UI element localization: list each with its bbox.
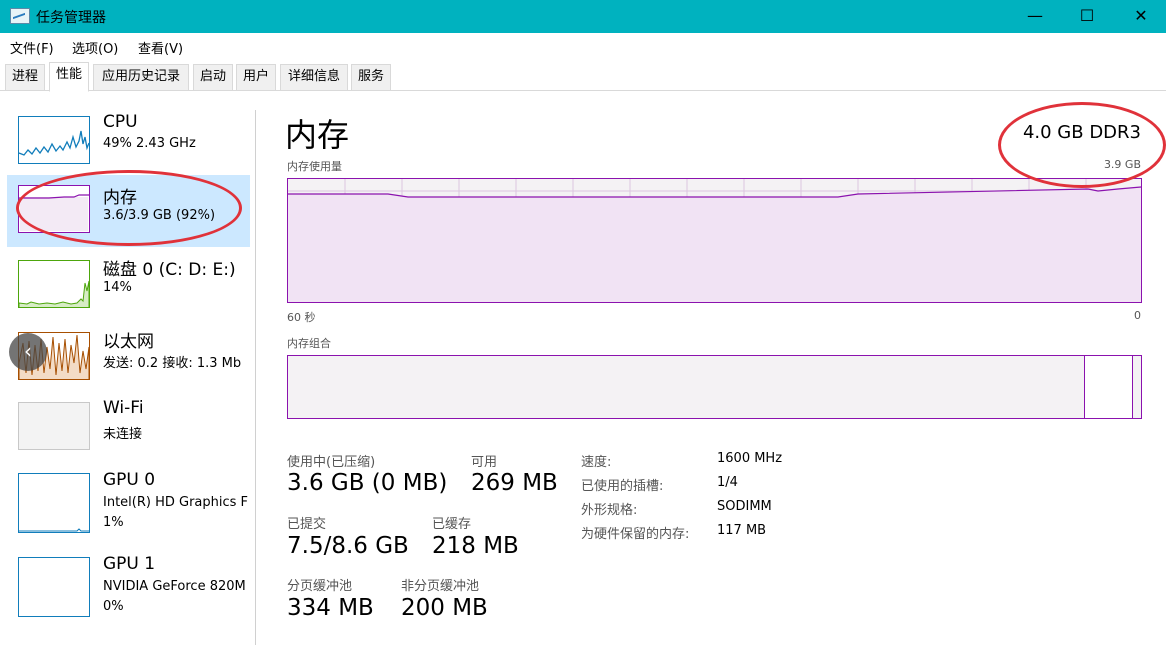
menu-view[interactable]: 查看(V) [138,38,183,57]
page-title: 内存 [285,116,350,154]
available-value: 269 MB [471,470,558,496]
task-manager-icon [10,8,30,24]
paged-pool-value: 334 MB [287,595,374,621]
free-segment [1085,356,1132,418]
sidebar-item-title: 以太网 [103,332,154,352]
memory-composition-bar [287,355,1142,419]
sidebar-item-disk[interactable]: 磁盘 0 (C: D: E:) 14% [7,247,250,319]
tab-startup[interactable]: 启动 [193,64,233,90]
form-factor-value: SODIMM [717,499,772,514]
tab-bar: 进程 性能 应用历史记录 启动 用户 详细信息 服务 [0,59,1166,92]
cached-value: 218 MB [432,533,519,559]
maximize-button[interactable]: ☐ [1064,0,1110,33]
menu-options[interactable]: 选项(O) [72,38,118,57]
tab-app-history[interactable]: 应用历史记录 [93,64,189,90]
disk-thumbnail [18,260,90,308]
sidebar-item-subtitle: Intel(R) HD Graphics F [103,495,249,510]
wifi-thumbnail [18,402,90,450]
sidebar-item-usage: 1% [103,515,124,530]
sidebar-item-wifi[interactable]: Wi-Fi 未连接 [7,391,250,463]
speed-label: 速度: [581,455,612,470]
back-arrow-button[interactable]: ‹ [9,333,47,371]
in-use-value: 3.6 GB (0 MB) [287,470,448,496]
usage-label: 内存使用量 [287,160,342,173]
menu-file[interactable]: 文件(F) [10,38,54,57]
window-title: 任务管理器 [36,10,106,26]
sidebar-item-subtitle: 未连接 [103,427,143,442]
gpu1-thumbnail [18,557,90,617]
gpu0-thumbnail [18,473,90,533]
tab-processes[interactable]: 进程 [5,64,45,90]
form-factor-label: 外形规格: [581,503,638,518]
slots-label: 已使用的插槽: [581,479,664,494]
sidebar-item-cpu[interactable]: CPU 49% 2.43 GHz [7,106,250,178]
minimize-button[interactable]: — [1012,0,1058,33]
axis-right-label: 0 [1134,309,1141,322]
sidebar-item-gpu1[interactable]: GPU 1 NVIDIA GeForce 820M 0% [7,547,250,619]
cpu-thumbnail [18,116,90,164]
axis-left-label: 60 秒 [287,311,316,324]
tab-services[interactable]: 服务 [351,64,391,90]
menu-bar: 文件(F) 选项(O) 查看(V) [0,34,1166,58]
annotation-ellipse-spec [998,102,1166,188]
memory-usage-graph [287,178,1142,303]
usage-area [288,187,1141,302]
cached-label: 已缓存 [432,517,472,532]
sidebar-item-title: 磁盘 0 (C: D: E:) [103,260,236,280]
annotation-ellipse-memory [16,170,242,246]
sidebar-item-usage: 0% [103,599,124,614]
close-button[interactable]: ✕ [1118,0,1164,33]
hardware-reserved-value: 117 MB [717,523,767,538]
memory-usage-graph-svg [288,179,1142,302]
tab-users[interactable]: 用户 [236,64,276,90]
tab-performance[interactable]: 性能 [49,62,89,92]
slots-value: 1/4 [717,475,738,490]
pane-divider[interactable] [255,110,256,645]
hardware-reserved-label: 为硬件保留的内存: [581,527,690,542]
committed-value: 7.5/8.6 GB [287,533,409,559]
in-use-label: 使用中(已压缩) [287,455,376,470]
gpu0-thumbnail-graph [19,528,89,532]
committed-label: 已提交 [287,517,327,532]
sidebar-item-subtitle: 14% [103,280,132,295]
sidebar-item-subtitle: NVIDIA GeForce 820M [103,579,246,594]
standby-divider [1132,356,1133,418]
tab-details[interactable]: 详细信息 [280,64,348,90]
sidebar-item-subtitle: 发送: 0.2 接收: 1.3 Mb [103,356,242,371]
sidebar-item-title: GPU 0 [103,470,156,490]
disk-thumbnail-graph [19,280,89,307]
sidebar-item-title: Wi-Fi [103,398,144,418]
sidebar-item-gpu0[interactable]: GPU 0 Intel(R) HD Graphics F 1% [7,463,250,535]
cpu-thumbnail-graph [19,130,89,156]
sidebar-item-title: CPU [103,112,138,132]
sidebar-item-title: GPU 1 [103,554,156,574]
available-label: 可用 [471,455,498,470]
non-paged-pool-value: 200 MB [401,595,488,621]
sidebar-item-subtitle: 49% 2.43 GHz [103,136,196,151]
speed-value: 1600 MHz [717,451,783,466]
title-bar: 任务管理器 — ☐ ✕ [0,0,1166,33]
non-paged-pool-label: 非分页缓冲池 [401,579,480,594]
composition-label: 内存组合 [287,337,331,350]
paged-pool-label: 分页缓冲池 [287,579,353,594]
